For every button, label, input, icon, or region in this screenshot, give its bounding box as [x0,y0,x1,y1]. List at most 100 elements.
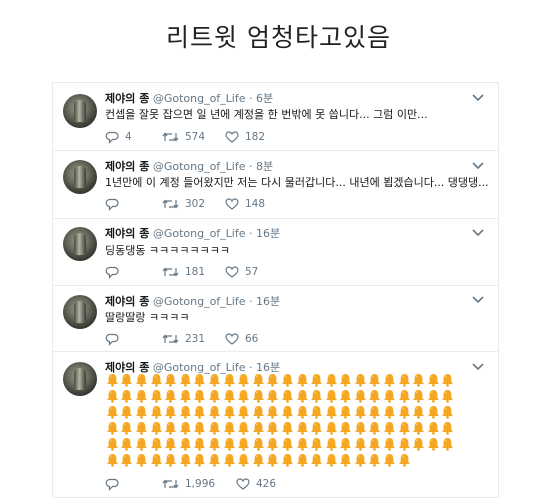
like-button[interactable]: 66 [225,332,258,346]
bell-icon [441,421,456,436]
bell-icon [193,388,208,403]
bell-icon [236,388,251,403]
like-button[interactable]: 182 [225,130,265,144]
reply-button[interactable]: 4 [105,130,132,144]
user-handle[interactable]: @Gotong_of_Life [153,92,246,105]
user-name[interactable]: 제야의 종 [105,92,149,105]
avatar[interactable] [63,94,97,128]
bell-icon [397,421,412,436]
tweet-timeline[interactable]: 제야의 종 @Gotong_of_Life · 6분 컨셉을 잘못 잡으면 일 … [52,82,499,498]
tweet-3[interactable]: 제야의 종 @Gotong_of_Life · 16분 딩동댕동 ㅋㅋㅋㅋㅋㅋㅋ… [53,219,498,286]
bell-icon [149,372,164,387]
reply-icon [105,266,119,279]
bell-icon [236,372,251,387]
bell-icon [236,421,251,436]
bell-icon [134,404,149,419]
bell-icon [382,437,397,452]
retweet-button[interactable]: 1,996 [162,477,215,491]
bell-icon [134,453,149,468]
bell-icon [193,421,208,436]
heart-icon [225,198,239,210]
chevron-down-icon[interactable] [472,363,484,373]
tweet-time[interactable]: · 16분 [249,227,280,240]
user-name[interactable]: 제야의 종 [105,160,149,173]
tweet-time[interactable]: · 16분 [249,295,280,308]
tweet-1[interactable]: 제야의 종 @Gotong_of_Life · 6분 컨셉을 잘못 잡으면 일 … [53,83,498,151]
user-name[interactable]: 제야의 종 [105,227,149,240]
tweet-5[interactable]: 제야의 종 @Gotong_of_Life · 16분 1,996 426 [53,352,498,498]
like-button[interactable]: 148 [225,197,265,211]
reply-button[interactable] [105,265,125,279]
bell-icon [251,453,266,468]
user-handle[interactable]: @Gotong_of_Life [153,227,246,240]
tweet-actions: 1,996 426 [105,477,465,491]
bell-icon [280,388,295,403]
bell-icon [134,388,149,403]
bell-icon [236,437,251,452]
reply-icon [105,478,119,491]
bell-icon [397,404,412,419]
bell-icon [149,421,164,436]
bell-icon [382,404,397,419]
bell-icon [178,404,193,419]
reply-button[interactable] [105,197,125,211]
retweet-button[interactable]: 302 [162,197,205,211]
avatar[interactable] [63,295,97,329]
chevron-down-icon[interactable] [472,162,484,172]
bell-row [105,421,465,437]
retweet-button[interactable]: 574 [162,130,205,144]
retweet-count: 574 [185,131,206,143]
bell-icon [178,453,193,468]
tweet-header: 제야의 종 @Gotong_of_Life · 16분 [105,225,280,241]
bell-icon [222,453,237,468]
bell-icon [368,388,383,403]
user-handle[interactable]: @Gotong_of_Life [153,160,246,173]
bell-icon [368,453,383,468]
bell-icon [295,372,310,387]
tweet-time[interactable]: · 8분 [249,160,273,173]
reply-button[interactable] [105,332,125,346]
tweet-header: 제야의 종 @Gotong_of_Life · 8분 [105,158,273,174]
avatar[interactable] [63,227,97,261]
bell-icon [397,388,412,403]
bell-icon [222,404,237,419]
bell-icon [295,437,310,452]
bell-icon [309,437,324,452]
bell-icon [426,388,441,403]
bell-row [105,453,465,469]
bell-icon [324,421,339,436]
bell-icon [266,372,281,387]
bell-icon [280,372,295,387]
bell-icon [426,421,441,436]
user-handle[interactable]: @Gotong_of_Life [153,295,246,308]
chevron-down-icon[interactable] [472,94,484,104]
avatar[interactable] [63,160,97,194]
bell-icon [163,453,178,468]
bell-icon [411,404,426,419]
reply-button[interactable] [105,477,125,491]
retweet-button[interactable]: 231 [162,332,205,346]
tweet-4[interactable]: 제야의 종 @Gotong_of_Life · 16분 딸랑딸랑 ㅋㅋㅋㅋ 23… [53,286,498,352]
chevron-down-icon[interactable] [472,296,484,306]
bell-icon [441,404,456,419]
tweet-time[interactable]: · 6분 [249,92,273,105]
retweet-button[interactable]: 181 [162,265,205,279]
retweet-icon [162,199,179,209]
bell-icon [105,453,120,468]
bell-icon [251,388,266,403]
like-button[interactable]: 57 [225,265,258,279]
tweet-2[interactable]: 제야의 종 @Gotong_of_Life · 8분 1년만에 이 계정 들어왔… [53,151,498,219]
bell-icon [441,437,456,452]
like-count: 57 [245,266,259,278]
page-headline: 리트윗 엄청타고있음 [166,23,391,52]
user-name[interactable]: 제야의 종 [105,295,149,308]
bell-icon [353,437,368,452]
bell-icon [368,437,383,452]
bell-icon [149,404,164,419]
bell-icon [222,421,237,436]
like-button[interactable]: 426 [236,477,276,491]
avatar[interactable] [63,362,97,396]
chevron-down-icon[interactable] [472,229,484,239]
tweet-text: 딩동댕동 ㅋㅋㅋㅋㅋㅋㅋㅋ [105,244,230,257]
bell-icon [163,421,178,436]
